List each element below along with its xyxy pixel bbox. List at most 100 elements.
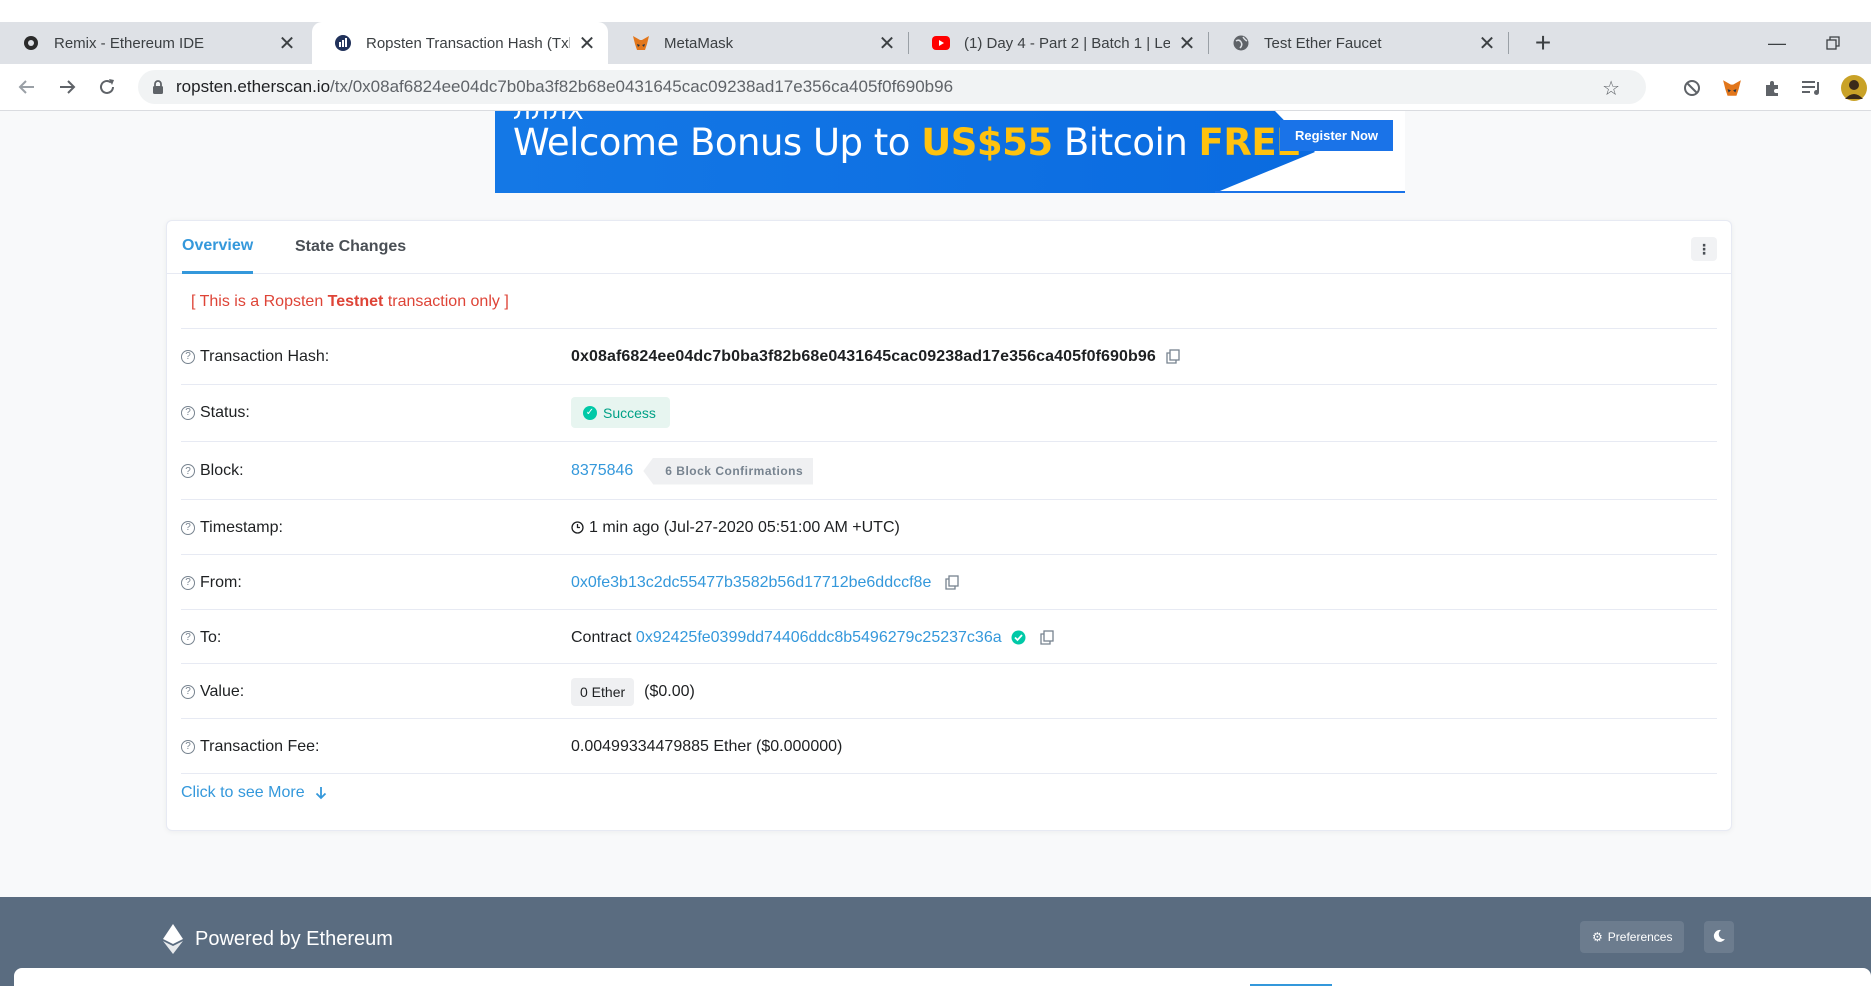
tab-title: Ropsten Transaction Hash (Txhash) [366,34,570,52]
label-text: To: [200,628,222,646]
moon-icon [1712,929,1726,946]
contract-prefix: Contract [571,628,632,646]
ad-headline-pre: Welcome Bonus Up to [513,121,922,164]
blocker-icon[interactable] [1680,76,1704,100]
row-value: 0x08af6824ee04dc7b0ba3f82b68e0431645cac0… [571,329,1180,384]
row-label: ? Transaction Hash: [181,329,329,384]
row-label: ? Status: [181,385,250,440]
label-text: Transaction Hash: [200,347,330,365]
more-text: Click to see More [181,784,305,801]
close-tab-icon[interactable]: ✕ [276,31,298,56]
row-label: ? Timestamp: [181,500,283,555]
browser-tab-etherscan[interactable]: Ropsten Transaction Hash (Txhash) ✕ [312,22,608,64]
lock-icon[interactable] [152,79,164,95]
transaction-hash-value[interactable]: 0x08af6824ee04dc7b0ba3f82b68e0431645cac0… [571,348,1156,366]
tab-overview[interactable]: Overview [182,221,254,274]
etherscan-icon [334,34,352,52]
row-value: ? Value: 0 Ether ($0.00) [181,663,1717,718]
row-timestamp: ? Timestamp: 1 min ago (Jul-27-2020 05:51… [181,499,1717,554]
help-icon[interactable]: ? [181,684,195,699]
from-address-link[interactable]: 0x0fe3b13c2dc55477b3582b56d17712be6ddccf… [571,574,931,592]
close-tab-icon[interactable]: ✕ [1476,31,1498,56]
remix-icon [22,34,40,52]
browser-tab-remix[interactable]: Remix - Ethereum IDE ✕ [0,22,308,64]
tab-title: MetaMask [664,34,734,52]
ad-headline-amount: US$55 [921,121,1053,164]
row-label: ? To: [181,610,221,665]
close-tab-icon[interactable]: ✕ [576,31,598,56]
label-text: Value: [200,682,245,700]
youtube-icon [932,34,950,52]
close-tab-icon[interactable]: ✕ [876,31,898,56]
window-top-strip [0,0,1871,22]
extensions-puzzle-icon[interactable] [1760,76,1784,100]
globe-icon [1232,34,1250,52]
click-to-see-more-link[interactable]: Click to see More [181,784,327,802]
check-circle-icon: ✓ [583,405,597,420]
footer-brand-text: Powered by Ethereum [195,927,393,950]
help-icon[interactable]: ? [181,520,195,535]
block-confirmations-badge: 6 Block Confirmations [643,457,814,485]
row-divider [181,773,1717,774]
copy-icon[interactable] [945,575,959,590]
restore-window-icon[interactable] [1808,22,1858,64]
row-to: ? To: Contract 0x92425fe0399dd74406ddc8b5… [181,609,1717,664]
ad-headline-mid: Bitcoin [1052,121,1199,164]
tab-state-changes[interactable]: State Changes [295,221,406,273]
minimize-icon[interactable]: — [1752,22,1802,64]
dark-mode-button[interactable] [1704,921,1734,953]
clock-icon [571,521,584,534]
row-label: ? Transaction Fee: [181,719,319,774]
row-transaction-hash: ? Transaction Hash: 0x08af6824ee04dc7b0ba… [181,328,1717,383]
browser-tab-faucet[interactable]: Test Ether Faucet ✕ [1210,22,1508,64]
footer-brand: Powered by Ethereum [163,924,393,954]
more-options-icon[interactable]: ⋮ [1691,237,1717,261]
url-host: ropsten.etherscan.io [176,77,331,96]
row-value: Contract 0x92425fe0399dd74406ddc8b549627… [571,610,1054,665]
help-icon[interactable]: ? [181,464,195,478]
usd-value: ($0.00) [644,682,695,700]
reload-icon[interactable] [92,72,122,102]
notice-bold: Testnet [327,293,384,310]
to-address-link[interactable]: 0x92425fe0399dd74406ddc8b5496279c25237c3… [636,629,1002,647]
profile-avatar[interactable] [1840,74,1868,102]
browser-tab-youtube[interactable]: (1) Day 4 - Part 2 | Batch 1 | LetsUpgra… [910,22,1208,64]
row-value: 0x0fe3b13c2dc55477b3582b56d17712be6ddccf… [571,555,959,610]
row-value: 0.00499334479885 Ether ($0.000000) [571,719,842,774]
notice-pre: [ This is a Ropsten [191,293,328,310]
label-text: Timestamp: [200,518,283,536]
row-value: ✓ Success [571,385,670,440]
new-tab-button[interactable]: + [1522,22,1564,64]
media-queue-icon[interactable] [1800,76,1824,100]
tab-divider [1208,32,1209,54]
help-icon[interactable]: ? [181,630,195,645]
copy-icon[interactable] [1039,630,1054,645]
help-icon[interactable]: ? [181,349,195,364]
address-bar[interactable]: ropsten.etherscan.io/tx/0x08af6824ee04dc… [138,70,1646,104]
ad-headline: Welcome Bonus Up to US$55 Bitcoin FREE [513,121,1301,164]
forward-arrow-icon[interactable] [52,72,82,102]
help-icon[interactable]: ? [181,575,195,590]
back-arrow-icon[interactable] [12,72,42,102]
block-number-link[interactable]: 8375846 [571,462,633,480]
timestamp-value: 1 min ago (Jul-27-2020 05:51:00 AM +UTC) [589,518,900,536]
bookmark-star-icon[interactable]: ☆ [1602,76,1620,101]
help-icon[interactable]: ? [181,739,195,754]
tab-divider [1508,32,1509,54]
status-badge: ✓ Success [571,397,670,428]
url-path: /tx/0x08af6824ee04dc7b0ba3f82b68e0431645… [330,77,954,96]
preferences-button[interactable]: ⚙ Preferences [1580,921,1685,953]
label-text: Status: [200,403,250,421]
ad-banner[interactable]: ЛЛЛХ Welcome Bonus Up to US$55 Bitcoin F… [495,111,1405,193]
row-value: 1 min ago (Jul-27-2020 05:51:00 AM +UTC) [571,500,900,555]
tab-title: Remix - Ethereum IDE [54,34,205,52]
help-icon[interactable]: ? [181,405,195,420]
close-tab-icon[interactable]: ✕ [1176,31,1198,56]
metamask-extension-icon[interactable] [1720,76,1744,100]
fee-value: 0.00499334479885 Ether ($0.000000) [571,737,843,755]
copy-icon[interactable] [1166,349,1180,364]
row-from: ? From: 0x0fe3b13c2dc55477b3582b56d17712b… [181,554,1717,609]
register-now-button[interactable]: Register Now [1280,120,1393,151]
label-text: Transaction Fee: [200,737,320,755]
browser-tab-metamask[interactable]: MetaMask ✕ [610,22,908,64]
